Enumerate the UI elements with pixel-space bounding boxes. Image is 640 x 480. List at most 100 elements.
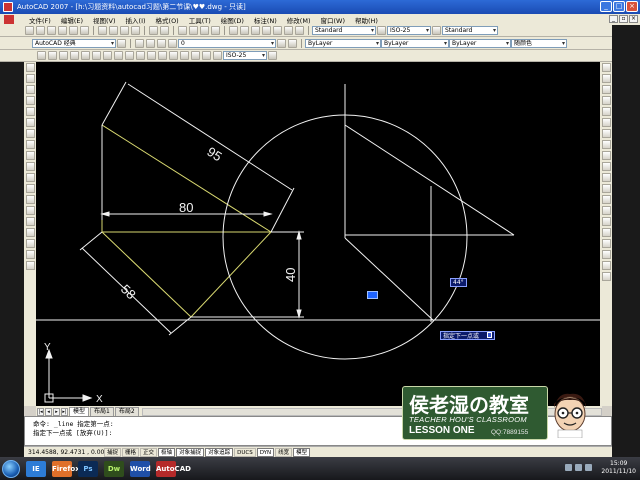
menu-window[interactable]: 窗口(W) [315, 15, 350, 25]
save-icon[interactable] [47, 26, 56, 35]
aligned-dim-icon[interactable] [48, 51, 57, 60]
maximize-button[interactable]: □ [613, 1, 625, 12]
tolerance-icon[interactable] [169, 51, 178, 60]
prev-tab-icon[interactable]: ◂ [45, 408, 52, 416]
menu-insert[interactable]: 插入(I) [121, 15, 151, 25]
sheet-set-icon[interactable] [262, 26, 271, 35]
print-preview-icon[interactable] [69, 26, 78, 35]
network-icon[interactable] [565, 464, 572, 471]
table-icon[interactable] [25, 250, 35, 259]
move-icon[interactable] [601, 118, 611, 127]
zoom-previous-icon[interactable] [211, 26, 220, 35]
explode-icon[interactable] [601, 239, 611, 248]
dim-style-icon[interactable] [432, 26, 441, 35]
snap-endpoint-icon[interactable] [601, 261, 611, 270]
calculator-icon[interactable] [284, 26, 293, 35]
dropdown-arrow-icon[interactable] [487, 332, 493, 338]
ordinate-icon[interactable] [70, 51, 79, 60]
grid-toggle[interactable]: 栅格 [122, 447, 140, 457]
menu-help[interactable]: 帮助(H) [350, 15, 383, 25]
menu-edit[interactable]: 编辑(E) [56, 15, 88, 25]
zoom-realtime-icon[interactable] [189, 26, 198, 35]
color-select[interactable]: ByLayer [305, 38, 381, 48]
mirror-icon[interactable] [601, 85, 611, 94]
revision-cloud-icon[interactable] [25, 140, 35, 149]
arc-icon[interactable] [25, 118, 35, 127]
redo-icon[interactable] [160, 26, 169, 35]
pan-icon[interactable] [178, 26, 187, 35]
new-icon[interactable] [25, 26, 34, 35]
rotate-icon[interactable] [601, 129, 611, 138]
break-at-point-icon[interactable] [601, 184, 611, 193]
polyline-icon[interactable] [25, 85, 35, 94]
multiline-text-icon[interactable] [25, 261, 35, 270]
break-icon[interactable] [601, 195, 611, 204]
model-toggle[interactable]: 模型 [293, 447, 311, 457]
help-icon[interactable] [295, 26, 304, 35]
join-icon[interactable] [601, 206, 611, 215]
layer-previous-icon[interactable] [288, 38, 297, 48]
print-icon[interactable] [58, 26, 67, 35]
center-mark-icon[interactable] [180, 51, 189, 60]
stretch-icon[interactable] [601, 151, 611, 160]
publish-icon[interactable] [80, 26, 89, 35]
drawing-canvas[interactable]: 95 80 58 40 Y X 44° 指定下一点或 [36, 62, 602, 406]
jogged-icon[interactable] [92, 51, 101, 60]
make-block-icon[interactable] [25, 195, 35, 204]
angular-icon[interactable] [114, 51, 123, 60]
close-button[interactable]: × [626, 1, 638, 12]
autocad-taskbar-icon[interactable]: AutoCAD [156, 460, 191, 477]
polygon-icon[interactable] [25, 96, 35, 105]
menu-dimension[interactable]: 标注(N) [249, 15, 282, 25]
flag-icon[interactable] [585, 464, 592, 471]
open-icon[interactable] [36, 26, 45, 35]
erase-icon[interactable] [601, 63, 611, 72]
chamfer-icon[interactable] [601, 217, 611, 226]
radius-icon[interactable] [81, 51, 90, 60]
photoshop-taskbar-icon[interactable]: Ps [78, 460, 98, 477]
firefox-taskbar-icon[interactable]: Firefox [52, 460, 80, 477]
extend-icon[interactable] [601, 173, 611, 182]
tool-palettes-icon[interactable] [251, 26, 260, 35]
next-tab-icon[interactable]: ▸ [53, 408, 60, 416]
layer-on-icon[interactable] [146, 38, 155, 48]
last-tab-icon[interactable]: ▸| [61, 408, 68, 416]
start-button[interactable] [2, 459, 20, 478]
quick-leader-icon[interactable] [158, 51, 167, 60]
snap-midpoint-icon[interactable] [601, 272, 611, 281]
ellipse-icon[interactable] [25, 162, 35, 171]
fillet-icon[interactable] [601, 228, 611, 237]
baseline-icon[interactable] [136, 51, 145, 60]
workspace-settings-icon[interactable] [117, 38, 126, 48]
ducs-toggle[interactable]: DUCS [234, 447, 256, 457]
first-tab-icon[interactable]: |◂ [37, 408, 44, 416]
layer-manager-icon[interactable] [135, 38, 144, 48]
continue-icon[interactable] [147, 51, 156, 60]
properties-icon[interactable] [229, 26, 238, 35]
undo-icon[interactable] [149, 26, 158, 35]
gradient-icon[interactable] [25, 228, 35, 237]
quick-dim-icon[interactable] [125, 51, 134, 60]
dim-style-select-2[interactable]: ISO-25 [223, 51, 267, 60]
ortho-toggle[interactable]: 正交 [140, 447, 158, 457]
workspace-select[interactable]: AutoCAD 经典 [32, 38, 116, 48]
snap-toggle[interactable]: 捕捉 [104, 447, 122, 457]
trim-icon[interactable] [601, 162, 611, 171]
volume-icon[interactable] [575, 464, 582, 471]
scale-icon[interactable] [601, 140, 611, 149]
layer-select[interactable]: 0 [178, 38, 276, 48]
system-clock[interactable]: 15:09 2011/11/10 [601, 460, 636, 476]
match-properties-icon[interactable] [131, 26, 140, 35]
zoom-window-icon[interactable] [200, 26, 209, 35]
dreamweaver-taskbar-icon[interactable]: Dw [104, 460, 124, 477]
design-center-icon[interactable] [240, 26, 249, 35]
minimize-button[interactable]: _ [600, 1, 612, 12]
linetype-select[interactable]: ByLayer [381, 38, 449, 48]
linear-dim-icon[interactable] [37, 51, 46, 60]
paste-icon[interactable] [120, 26, 129, 35]
word-taskbar-icon[interactable]: Word [130, 460, 151, 477]
point-icon[interactable] [25, 206, 35, 215]
construction-line-icon[interactable] [25, 74, 35, 83]
dim-edit-icon[interactable] [191, 51, 200, 60]
menu-tools[interactable]: 工具(T) [184, 15, 216, 25]
